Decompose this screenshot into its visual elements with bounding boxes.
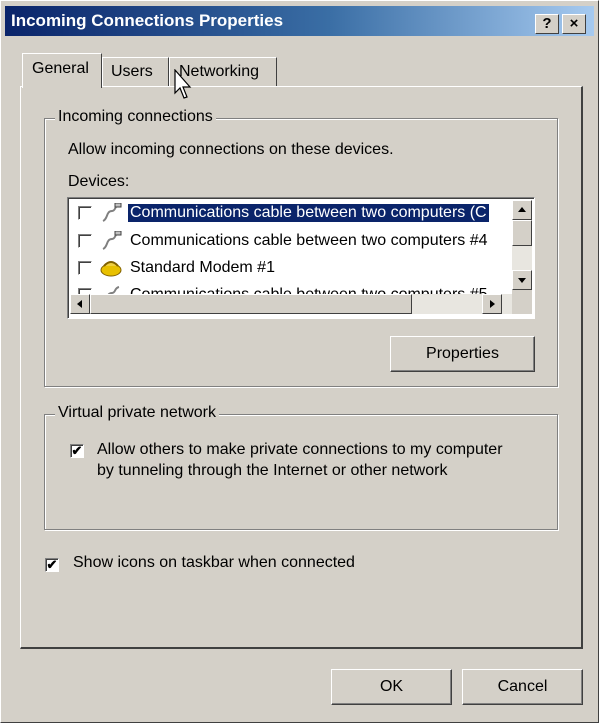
- vpn-option-line1: Allow others to make private connections…: [97, 441, 503, 458]
- close-icon: ×: [569, 15, 579, 32]
- device-label: Standard Modem #1: [130, 259, 275, 276]
- tab-general-label: General: [32, 60, 89, 77]
- arrow-down-icon: [518, 278, 526, 283]
- tab-general[interactable]: General: [22, 53, 102, 88]
- modem-icon: [100, 261, 122, 277]
- scroll-thumb[interactable]: [512, 220, 532, 246]
- device-label: Communications cable between two compute…: [128, 204, 489, 222]
- device-checkbox[interactable]: [78, 206, 92, 220]
- vpn-option-line2: by tunneling through the Internet or oth…: [97, 462, 448, 479]
- title-bar[interactable]: Incoming Connections Properties ? ×: [5, 6, 594, 36]
- close-button[interactable]: ×: [562, 14, 586, 34]
- window-title: Incoming Connections Properties: [11, 11, 284, 30]
- tab-users-label: Users: [111, 63, 153, 80]
- cable-icon: [102, 231, 122, 250]
- incoming-description: Allow incoming connections on these devi…: [68, 141, 394, 158]
- arrow-up-icon: [518, 207, 526, 212]
- scroll-corner: [512, 290, 532, 314]
- arrow-right-icon: [490, 300, 495, 308]
- device-checkbox[interactable]: [78, 261, 92, 275]
- devices-label: Devices:: [68, 173, 130, 190]
- cancel-button[interactable]: Cancel: [462, 669, 583, 705]
- properties-button[interactable]: Properties: [390, 336, 535, 372]
- scroll-down-button[interactable]: [512, 270, 532, 290]
- incoming-connections-label: Incoming connections: [55, 108, 216, 126]
- vpn-group-label: Virtual private network: [55, 404, 219, 422]
- arrow-left-icon: [77, 300, 82, 308]
- list-item[interactable]: Communications cable between two compute…: [70, 228, 510, 255]
- cable-icon: [102, 203, 122, 222]
- scroll-right-button[interactable]: [482, 294, 502, 314]
- scroll-left-button[interactable]: [70, 294, 90, 314]
- device-label: Communications cable between two compute…: [130, 232, 488, 249]
- help-icon: ?: [542, 15, 552, 32]
- list-item[interactable]: Standard Modem #1: [70, 255, 510, 282]
- scroll-up-button[interactable]: [512, 200, 532, 220]
- list-item[interactable]: Communications cable between two compute…: [70, 200, 510, 227]
- vertical-scrollbar[interactable]: [512, 200, 532, 290]
- device-checkbox[interactable]: [78, 234, 92, 248]
- taskbar-option-label: Show icons on taskbar when connected: [73, 554, 355, 571]
- horizontal-scrollbar[interactable]: [70, 294, 512, 314]
- mouse-cursor-icon: [174, 69, 192, 99]
- devices-list[interactable]: Communications cable between two compute…: [67, 197, 535, 319]
- tab-users[interactable]: Users: [102, 57, 169, 87]
- dialog-window: Incoming Connections Properties ? × Gene…: [0, 0, 599, 723]
- taskbar-checkbox[interactable]: ✔: [45, 558, 59, 572]
- help-button[interactable]: ?: [535, 14, 559, 34]
- vpn-checkbox[interactable]: ✔: [70, 444, 84, 458]
- ok-button[interactable]: OK: [331, 669, 452, 705]
- scroll-thumb-horizontal[interactable]: [90, 294, 412, 314]
